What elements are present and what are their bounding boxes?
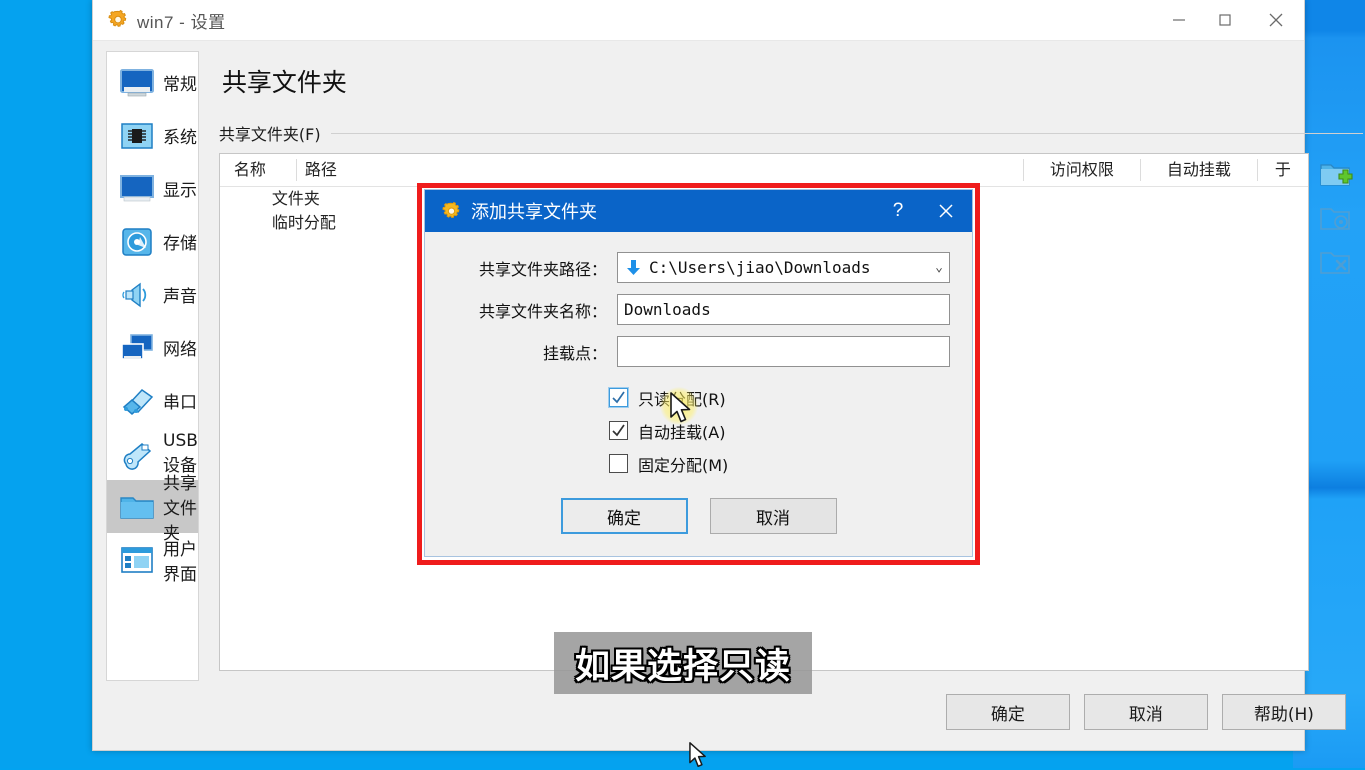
column-header-access[interactable]: 访问权限 <box>1022 159 1140 181</box>
sidebar-item-label: 串口 <box>163 393 197 413</box>
permanent-option-label: 固定分配(M) <box>638 455 729 475</box>
network-icon <box>115 332 159 364</box>
maximize-button[interactable] <box>1202 0 1248 40</box>
folder-path-combobox[interactable]: C:\Users\jiao\Downloads ⌄ <box>617 252 950 283</box>
dialog-help-button[interactable]: ? <box>876 190 920 232</box>
usb-icon <box>115 438 159 470</box>
help-button[interactable]: 帮助(H) <box>1221 694 1346 730</box>
sidebar-item-label: 共享文件夹 <box>163 474 197 544</box>
folder-name-input[interactable]: Downloads <box>617 294 950 325</box>
group-label: 共享文件夹(F) <box>218 125 321 144</box>
gear-icon <box>442 201 460 218</box>
dialog-title: 添加共享文件夹 <box>471 202 597 223</box>
sidebar-item-label: 用户界面 <box>163 539 197 585</box>
ui-window-icon <box>115 544 159 576</box>
sidebar-item-shared-folders[interactable]: 共享文件夹 <box>107 474 198 544</box>
window-footer-buttons: 确定 取消 帮助(H) <box>945 694 1346 730</box>
column-header-at[interactable]: 于 <box>1256 159 1308 181</box>
sidebar-item-label: 声音 <box>163 287 197 307</box>
dialog-titlebar: 添加共享文件夹 ? <box>425 190 972 232</box>
sidebar-item-general[interactable]: 常规 <box>107 56 198 109</box>
mount-point-row: 挂载点： <box>447 336 950 367</box>
close-button[interactable] <box>1248 0 1304 40</box>
sidebar-item-label: 系统 <box>163 128 197 148</box>
subtitle-caption-text: 如果选择只读 <box>574 646 791 687</box>
automount-checkbox[interactable] <box>609 421 628 440</box>
column-header-name[interactable]: 名称 <box>220 159 296 181</box>
sidebar-item-storage[interactable]: 存储 <box>107 215 198 268</box>
permanent-option-row[interactable]: 固定分配(M) <box>609 447 950 480</box>
sidebar-item-label: 常规 <box>163 75 197 95</box>
sidebar-item-label: 存储 <box>163 234 197 254</box>
automount-option-row[interactable]: 自动挂载(A) <box>609 414 950 447</box>
group-header: 共享文件夹(F) <box>219 121 1363 145</box>
sidebar-item-label: 显示 <box>163 181 197 201</box>
chevron-down-icon[interactable]: ⌄ <box>935 260 943 275</box>
list-toolbar <box>1309 153 1363 671</box>
monitor-icon <box>115 67 159 99</box>
folder-name-value: Downloads <box>624 300 711 319</box>
window-titlebar: win7 - 设置 <box>93 0 1304 41</box>
sidebar-item-user-interface[interactable]: 用户界面 <box>107 533 198 586</box>
ok-button[interactable]: 确定 <box>945 694 1070 730</box>
settings-sidebar: 常规 系统 显示 存储 声音 网络 串口 USB设备 共享文件夹 用户界面 <box>106 51 199 681</box>
window-controls <box>1156 0 1304 40</box>
remove-shared-folder-button <box>1316 247 1356 283</box>
dialog-controls: ? <box>876 190 972 232</box>
dialog-body: 共享文件夹路径： C:\Users\jiao\Downloads ⌄ 共享文件夹… <box>425 232 972 534</box>
readonly-checkbox[interactable] <box>609 388 628 407</box>
group-divider <box>330 132 1363 134</box>
window-title: win7 - 设置 <box>137 12 226 32</box>
sidebar-item-audio[interactable]: 声音 <box>107 268 198 321</box>
add-shared-folder-dialog: 添加共享文件夹 ? 共享文件夹路径： C:\Users\jiao\Downloa… <box>424 189 973 557</box>
folder-name-label: 共享文件夹名称： <box>478 301 607 321</box>
chip-icon <box>115 120 159 152</box>
page-title: 共享文件夹 <box>221 68 347 97</box>
column-header-path[interactable]: 路径 <box>295 159 1023 181</box>
dialog-ok-button[interactable]: 确定 <box>560 498 688 534</box>
sidebar-item-network[interactable]: 网络 <box>107 321 198 374</box>
mount-point-input[interactable] <box>617 336 950 367</box>
sidebar-item-display[interactable]: 显示 <box>107 162 198 215</box>
folder-path-value: C:\Users\jiao\Downloads <box>649 258 871 277</box>
dialog-options: 只读分配(R) 自动挂载(A) 固定分配(M) <box>609 381 950 480</box>
serialport-icon <box>115 385 159 417</box>
dialog-buttons: 确定 取消 <box>447 498 950 534</box>
minimize-button[interactable] <box>1156 0 1202 40</box>
gear-icon <box>108 9 127 27</box>
folder-icon <box>115 491 159 523</box>
folder-path-label: 共享文件夹路径： <box>478 259 607 279</box>
add-shared-folder-button[interactable] <box>1316 159 1356 195</box>
folder-path-row: 共享文件夹路径： C:\Users\jiao\Downloads ⌄ <box>447 252 950 283</box>
sidebar-item-serialport[interactable]: 串口 <box>107 374 198 427</box>
column-header-automount[interactable]: 自动挂载 <box>1139 159 1257 181</box>
mount-point-label: 挂载点： <box>542 343 607 363</box>
edit-shared-folder-icon <box>1319 204 1353 239</box>
folder-name-row: 共享文件夹名称： Downloads <box>447 294 950 325</box>
add-shared-folder-icon <box>1319 160 1353 195</box>
dialog-cancel-button[interactable]: 取消 <box>709 498 837 534</box>
down-arrow-icon <box>627 260 640 275</box>
remove-shared-folder-icon <box>1319 248 1353 283</box>
sidebar-item-label: 网络 <box>163 340 197 360</box>
harddisk-icon <box>115 226 159 258</box>
cancel-button[interactable]: 取消 <box>1083 694 1208 730</box>
subtitle-caption: 如果选择只读 <box>554 632 812 694</box>
cursor-click-highlight <box>660 387 698 425</box>
display-icon <box>115 173 159 205</box>
permanent-checkbox[interactable] <box>609 454 628 473</box>
sidebar-item-system[interactable]: 系统 <box>107 109 198 162</box>
edit-shared-folder-button <box>1316 203 1356 239</box>
speaker-icon <box>115 279 159 311</box>
dialog-close-button[interactable] <box>920 190 972 232</box>
